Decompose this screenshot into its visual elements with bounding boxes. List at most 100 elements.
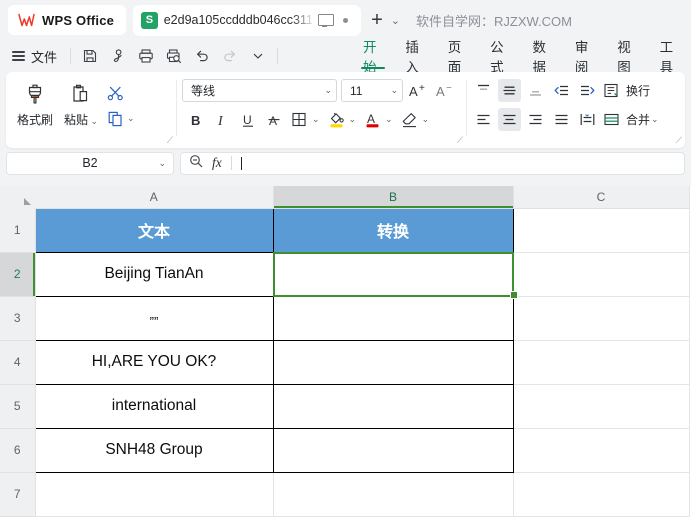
paste-button[interactable]: 粘贴 [58,78,104,128]
tab-tools[interactable]: 工具 [649,40,691,75]
tab-more-icon[interactable] [337,12,353,28]
cell-c3[interactable] [513,296,690,341]
bold-button[interactable]: B [184,108,207,131]
cell-b3[interactable] [272,295,514,341]
copy-icon[interactable] [104,107,127,130]
cell-b4[interactable] [272,339,514,385]
cell-b2[interactable] [272,251,514,297]
format-painter-button[interactable]: 格式刷 [12,78,58,128]
row-header-6[interactable]: 6 [0,428,36,473]
font-family-select[interactable]: 等线 ⌄ [182,79,337,102]
clipboard-dialog-launcher[interactable]: ⟋ [167,135,173,146]
align-left-icon[interactable] [472,108,495,131]
tab-insert[interactable]: 插入 [394,40,436,75]
document-tab[interactable]: S e2d9a105ccdddb046cc311e [133,4,362,36]
wrap-text-button[interactable] [602,79,622,102]
fill-color-icon[interactable] [325,108,348,131]
cell-a1[interactable]: 文本 [34,207,274,253]
clear-format-caret-icon[interactable]: ⌄ [422,114,432,125]
ribbon-group-font: 等线 ⌄ 11 ⌄ A + A − B I U A ⌄ ⌄ A ⌄ ⌄ ⟋ [176,72,466,148]
tab-page[interactable]: 页面 [437,40,479,75]
save-icon[interactable] [76,43,104,69]
fill-color-caret-icon[interactable]: ⌄ [349,114,359,125]
cell-c4[interactable] [513,340,690,385]
align-top-icon[interactable] [472,79,495,102]
undo-icon[interactable] [188,43,216,69]
cell-b1[interactable]: 转换 [272,207,514,253]
magnifier-icon[interactable] [189,154,203,173]
copy-caret-icon[interactable]: ⌄ [127,113,137,124]
new-tab-button[interactable]: + [371,10,383,30]
cell-b6[interactable] [272,427,514,473]
font-dialog-launcher[interactable]: ⟋ [457,135,463,146]
font-color-caret-icon[interactable]: ⌄ [385,114,395,125]
borders-icon[interactable] [288,108,311,131]
column-header-b[interactable]: B [273,186,514,209]
file-menu-button[interactable]: 文件 [10,44,65,68]
cell-a6[interactable]: SNH48 Group [34,427,274,473]
row-header-2[interactable]: 2 [0,252,36,297]
cell-a4-value: HI,ARE YOU OK? [91,353,217,370]
cell-b5[interactable] [272,383,514,429]
select-all-corner[interactable] [0,186,35,208]
increase-font-size-button[interactable]: A + [407,79,430,102]
increase-indent-icon[interactable] [576,79,599,102]
cell-a5[interactable]: international [34,383,274,429]
cell-a4[interactable]: HI,ARE YOU OK? [34,339,274,385]
cell-c6[interactable] [513,428,690,473]
app-chip[interactable]: WPS Office [8,5,127,35]
decrease-font-size-button[interactable]: A − [434,79,457,102]
chevron-down-icon[interactable]: ⌄ [158,158,166,169]
fill-handle[interactable] [510,291,518,299]
print-preview-icon[interactable] [160,43,188,69]
align-right-icon[interactable] [524,108,547,131]
tab-review[interactable]: 审阅 [564,40,606,75]
alignment-dialog-launcher[interactable]: ⟋ [676,135,682,146]
borders-caret-icon[interactable]: ⌄ [312,114,322,125]
cell-c1[interactable] [513,208,690,253]
font-color-icon[interactable]: A [361,108,384,131]
align-justify-icon[interactable] [550,108,573,131]
cell-a2[interactable]: Beijing TianAn [34,251,274,297]
row-header-5[interactable]: 5 [0,384,36,429]
row-header-3[interactable]: 3 [0,296,36,341]
decrease-indent-icon[interactable] [550,79,573,102]
monitor-icon[interactable] [317,13,334,27]
formula-input-wrap[interactable]: fx [180,151,685,175]
row-header-4[interactable]: 4 [0,340,36,385]
align-middle-icon[interactable] [498,79,521,102]
distribute-icon[interactable] [576,108,599,131]
row-header-1[interactable]: 1 [0,208,36,253]
text-cursor [240,156,242,170]
row-header-7[interactable]: 7 [0,472,36,517]
column-header-a[interactable]: A [35,186,274,209]
column-header-c[interactable]: C [513,186,690,209]
cell-a7[interactable] [35,472,274,517]
italic-button[interactable]: I [210,108,233,131]
merge-caret-icon[interactable]: ⌄ [651,114,661,125]
font-size-select[interactable]: 11 ⌄ [341,79,403,102]
strikethrough-icon[interactable]: A [262,108,285,131]
print-icon[interactable] [132,43,160,69]
underline-button[interactable]: U [236,108,259,131]
spreadsheet-grid[interactable]: A B C 1 文本 转换 2 Beijing TianAn 3 ”” 4 HI… [0,186,691,532]
tab-start[interactable]: 开始 [352,40,394,75]
cell-a3[interactable]: ”” [34,295,274,341]
customize-caret-icon[interactable] [244,43,272,69]
cell-b7[interactable] [273,472,514,517]
tab-formula[interactable]: 公式 [479,40,521,75]
redo-icon[interactable] [216,43,244,69]
cell-c7[interactable] [513,472,690,517]
merge-cells-button[interactable] [602,108,622,131]
name-box[interactable]: B2 ⌄ [6,151,174,175]
clear-format-icon[interactable] [398,108,421,131]
scissors-icon[interactable] [104,82,127,105]
tab-data[interactable]: 数据 [522,40,564,75]
align-center-icon[interactable] [498,108,521,131]
cell-c5[interactable] [513,384,690,429]
share-icon[interactable] [104,43,132,69]
tab-list-caret-icon[interactable]: ⌄ [391,14,400,27]
tab-view[interactable]: 视图 [606,40,648,75]
align-bottom-icon[interactable] [524,79,547,102]
cell-c2[interactable] [513,252,690,297]
